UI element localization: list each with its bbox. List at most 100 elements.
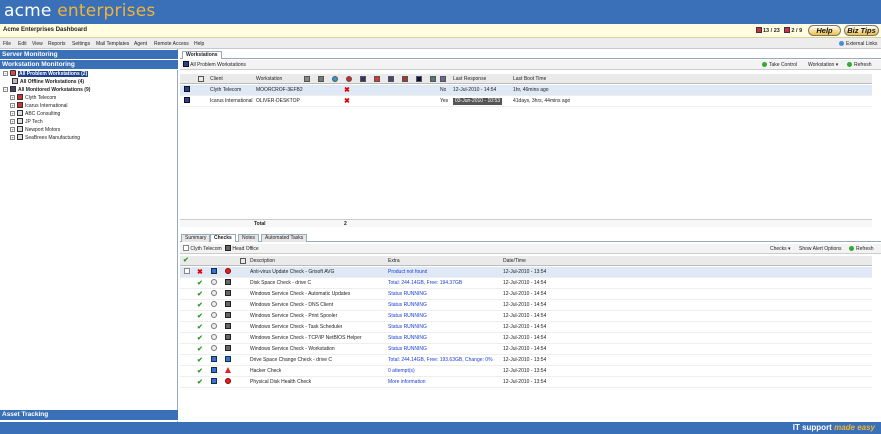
biz-tips-button[interactable]: Biz Tips bbox=[844, 25, 879, 36]
refresh-button[interactable]: Refresh bbox=[847, 60, 872, 70]
check-extra[interactable]: Status RUNNING bbox=[388, 311, 427, 322]
col-last-boot[interactable]: Last Boot Time bbox=[513, 74, 546, 84]
tree-node-all-offline[interactable]: All Offline Workstations (4) bbox=[12, 78, 84, 86]
tree-node-client[interactable]: + Newport Motors bbox=[10, 126, 60, 134]
status-icon bbox=[304, 76, 310, 82]
alert-counters: 13 / 23 2 / 9 bbox=[756, 27, 802, 34]
check-description: Windows Service Check - Workstation bbox=[250, 346, 335, 352]
check-extra[interactable]: Status RUNNING bbox=[388, 300, 427, 311]
check-extra[interactable]: Total: 244.14GB, Free: 194.37GB bbox=[388, 278, 462, 289]
col-description[interactable]: Description bbox=[250, 256, 275, 266]
antivirus-icon bbox=[346, 76, 352, 82]
col-extra[interactable]: Extra bbox=[388, 256, 400, 266]
globe-icon bbox=[839, 41, 844, 46]
expand-icon[interactable]: − bbox=[3, 87, 8, 92]
checks-refresh-button[interactable]: Refresh bbox=[849, 244, 874, 254]
table-row[interactable]: ✔ Windows Service Check - Automatic Upda… bbox=[180, 289, 872, 300]
menu-reports[interactable]: Reports bbox=[48, 41, 66, 47]
asset-tracking-header[interactable]: Asset Tracking bbox=[0, 410, 178, 421]
slogan-part1: IT support bbox=[792, 423, 832, 432]
warning-icon bbox=[225, 366, 231, 377]
check-extra[interactable]: Product not found bbox=[388, 267, 427, 278]
check-datetime: 12-Jul-2010 - 14:54 bbox=[503, 346, 547, 352]
expand-icon[interactable]: + bbox=[10, 111, 15, 116]
checks-menu-button[interactable]: Checks ▾ bbox=[770, 244, 791, 254]
check-datetime: 12-Jul-2010 - 13:54 bbox=[503, 368, 547, 374]
row-flag: No bbox=[440, 87, 447, 93]
table-row[interactable]: Clyth Telecom MOORCROF-3EFB2 ✖ No 12-Jul… bbox=[180, 85, 872, 96]
menu-agent[interactable]: Agent bbox=[134, 41, 147, 47]
tree-node-all-problem[interactable]: − All Problem Workstations (2) bbox=[3, 70, 89, 78]
check-extra[interactable]: More information bbox=[388, 377, 426, 388]
menu-mail-templates[interactable]: Mail Templates bbox=[96, 41, 129, 47]
table-row[interactable]: Icarus International OLIVER-DESKTOP ✖ Ye… bbox=[180, 96, 872, 107]
workstation-menu-button[interactable]: Workstation ▾ bbox=[808, 60, 838, 70]
antivirus-icon bbox=[225, 267, 231, 278]
tab-summary[interactable]: Summary bbox=[181, 234, 211, 242]
tab-workstations[interactable]: Workstations bbox=[182, 51, 222, 59]
menu-edit[interactable]: Edit bbox=[18, 41, 27, 47]
expand-icon[interactable]: + bbox=[10, 135, 15, 140]
tree-node-label: All Offline Workstations (4) bbox=[20, 79, 85, 85]
slogan-part2: made easy bbox=[834, 423, 875, 432]
check-type-icon bbox=[211, 344, 217, 355]
col-last-response[interactable]: Last Response bbox=[453, 74, 486, 84]
table-row[interactable]: ✔ Drive Space Change Check - drive C Tot… bbox=[180, 355, 872, 366]
table-row[interactable]: ✔ Windows Service Check - TCP/IP NetBIOS… bbox=[180, 333, 872, 344]
table-row[interactable]: ✔ Windows Service Check - Task Scheduler… bbox=[180, 322, 872, 333]
total-label: Total bbox=[254, 221, 266, 227]
check-description: Windows Service Check - TCP/IP NetBIOS H… bbox=[250, 335, 362, 341]
menu-settings[interactable]: Settings bbox=[72, 41, 90, 47]
tree-node-all-monitored[interactable]: − All Monitored Workstations (9) bbox=[3, 86, 90, 94]
menu-view[interactable]: View bbox=[32, 41, 43, 47]
menu-remote-access[interactable]: Remote Access bbox=[154, 41, 189, 47]
table-row[interactable]: ✔ Disk Space Check - drive C Total: 244.… bbox=[180, 278, 872, 289]
expand-icon[interactable]: + bbox=[10, 119, 15, 124]
tab-checks[interactable]: Checks bbox=[210, 234, 236, 242]
check-datetime: 12-Jul-2010 - 13:54 bbox=[503, 269, 547, 275]
tab-notes[interactable]: Notes bbox=[238, 234, 260, 242]
check-extra[interactable]: Status RUNNING bbox=[388, 322, 427, 333]
show-alert-options-button[interactable]: Show Alert Options bbox=[799, 244, 842, 254]
check-extra[interactable]: Status RUNNING bbox=[388, 333, 427, 344]
table-row[interactable]: ✔ Physical Disk Health Check More inform… bbox=[180, 377, 872, 388]
problem-workstation-icon bbox=[10, 70, 16, 76]
tab-automated-tasks[interactable]: Automated Tasks bbox=[261, 234, 308, 242]
table-row[interactable]: ✔ Hacker Check 0 attempt(s) 12-Jul-2010 … bbox=[180, 366, 872, 377]
menu-file[interactable]: File bbox=[3, 41, 11, 47]
server-alert-count[interactable]: 13 / 23 bbox=[763, 28, 780, 34]
table-row[interactable]: ✖ Anti-virus Update Check - Grisoft AVG … bbox=[180, 267, 872, 278]
workstation-alert-count[interactable]: 2 / 9 bbox=[791, 28, 802, 34]
take-control-button[interactable]: Take Control bbox=[762, 60, 797, 70]
tree-node-client[interactable]: + ABC Consulting bbox=[10, 110, 60, 118]
tree-node-client[interactable]: + Clyth Telecom bbox=[10, 94, 56, 102]
table-row[interactable]: ✔ Windows Service Check - Workstation St… bbox=[180, 344, 872, 355]
warning-icon bbox=[374, 76, 380, 82]
check-extra[interactable]: 0 attempt(s) bbox=[388, 366, 415, 377]
expand-icon[interactable]: + bbox=[10, 127, 15, 132]
row-checkbox[interactable] bbox=[184, 267, 190, 278]
check-extra[interactable]: Status RUNNING bbox=[388, 289, 427, 300]
help-button[interactable]: Help bbox=[808, 25, 841, 36]
workstation-monitoring-header[interactable]: Workstation Monitoring bbox=[0, 60, 178, 70]
check-extra[interactable]: Total: 244.14GB, Free: 193.63GB, Change:… bbox=[388, 355, 493, 366]
table-row[interactable]: ✔ Windows Service Check - Print Spooler … bbox=[180, 311, 872, 322]
tree-node-client[interactable]: + JP Tech bbox=[10, 118, 43, 126]
external-links[interactable]: External Links bbox=[839, 41, 877, 47]
client-alert-icon bbox=[17, 102, 23, 108]
expand-icon[interactable]: + bbox=[10, 103, 15, 108]
tree-node-client[interactable]: + SeaBrees Manufacturing bbox=[10, 134, 80, 142]
menu-help[interactable]: Help bbox=[194, 41, 204, 47]
col-datetime[interactable]: Date/Time bbox=[503, 256, 526, 266]
expand-icon[interactable]: − bbox=[3, 71, 8, 76]
check-extra[interactable]: Status RUNNING bbox=[388, 344, 427, 355]
col-workstation[interactable]: Workstation bbox=[256, 74, 282, 84]
check-description: Hacker Check bbox=[250, 368, 282, 374]
table-row[interactable]: ✔ Windows Service Check - DNS Client Sta… bbox=[180, 300, 872, 311]
server-monitoring-header[interactable]: Server Monitoring bbox=[0, 50, 178, 60]
expand-icon[interactable]: + bbox=[10, 95, 15, 100]
col-client[interactable]: Client bbox=[210, 74, 223, 84]
tree-node-client[interactable]: + Icarus International bbox=[10, 102, 68, 110]
row-client: Icarus International bbox=[210, 98, 253, 104]
check-type-icon bbox=[211, 278, 217, 289]
